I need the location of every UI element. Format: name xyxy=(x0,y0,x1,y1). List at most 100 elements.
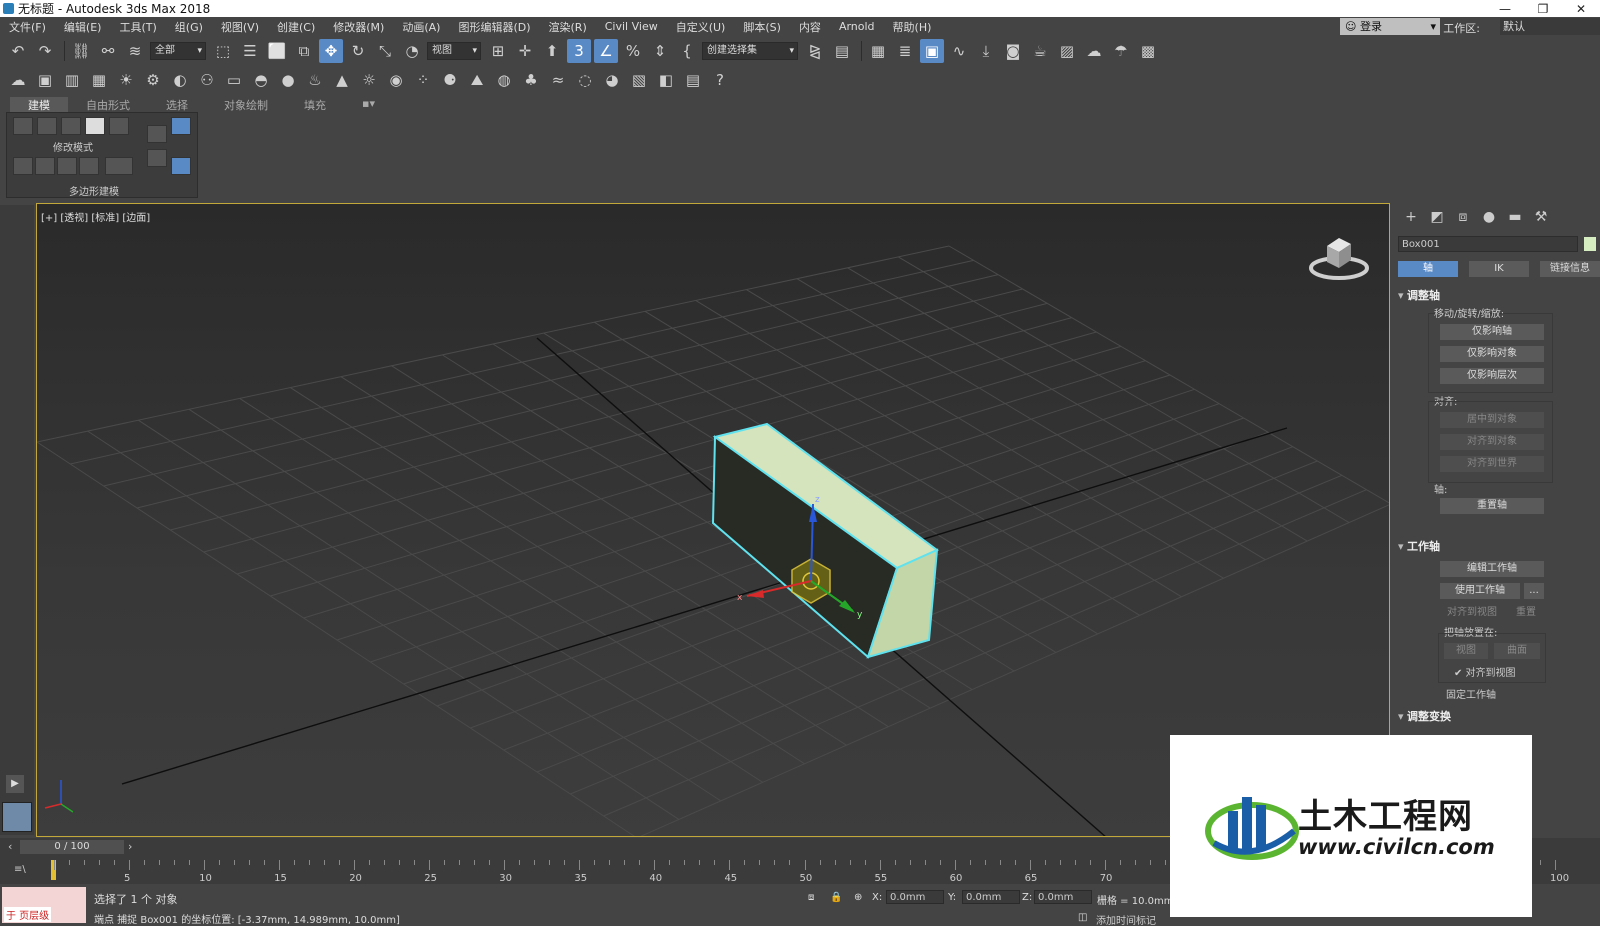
select-by-name-icon[interactable]: ☰ xyxy=(238,39,262,63)
render-iterative-icon[interactable]: ☂ xyxy=(1109,39,1133,63)
light-bulb-icon[interactable]: ☀ xyxy=(114,68,138,92)
viewport-label[interactable]: [+] [透视] [标准] [边面] xyxy=(41,209,150,224)
affect-pivot-only-button[interactable]: 仅影响轴 xyxy=(1440,324,1544,340)
isolate-selection-icon[interactable]: ⧈ xyxy=(808,892,814,903)
select-place-icon[interactable]: ◔ xyxy=(400,39,424,63)
lock-working-pivot-checkbox[interactable]: 固定工作轴 xyxy=(1446,686,1496,701)
menu-graph-editors[interactable]: 图形编辑器(D) xyxy=(449,19,539,35)
sun-light-icon[interactable]: ☼ xyxy=(357,68,381,92)
align-icon[interactable]: ▤ xyxy=(830,39,854,63)
plane-primitive-icon[interactable]: ▭ xyxy=(222,68,246,92)
foliage-icon[interactable]: ♣ xyxy=(519,68,543,92)
align-to-world-button[interactable]: 对齐到世界 xyxy=(1440,456,1544,472)
scene-explorer-icon[interactable]: ▦ xyxy=(866,39,890,63)
edit-named-selection-icon[interactable]: { xyxy=(675,39,699,63)
close-button[interactable]: ✕ xyxy=(1562,2,1600,16)
reference-coord-dropdown[interactable]: 视图 xyxy=(427,41,481,60)
picture-icon[interactable]: ▣ xyxy=(33,68,57,92)
viewport-layout-thumbnail[interactable] xyxy=(2,802,32,832)
film-icon[interactable]: ⚇ xyxy=(195,68,219,92)
pivot-tab[interactable]: 轴 xyxy=(1398,261,1458,277)
particles-icon[interactable]: ⁘ xyxy=(411,68,435,92)
menu-rendering[interactable]: 渲染(R) xyxy=(540,19,596,35)
time-slider[interactable]: 0 / 100 xyxy=(20,840,124,854)
pivot-center-icon[interactable]: ⊞ xyxy=(486,39,510,63)
modify-tab-icon[interactable]: ◩ xyxy=(1424,209,1450,229)
object-color-swatch[interactable] xyxy=(1584,237,1596,251)
next-frame-icon[interactable]: › xyxy=(128,840,132,853)
menu-scripting[interactable]: 脚本(S) xyxy=(734,19,790,35)
working-pivot-more-button[interactable]: ... xyxy=(1524,583,1544,599)
ribbon-toggle-icon[interactable]: ▣ xyxy=(920,38,944,63)
element-mode-icon[interactable] xyxy=(109,117,129,135)
y-coordinate-field[interactable]: 0.0mm xyxy=(962,890,1020,904)
rectangle-selection-icon[interactable]: ⬜ xyxy=(265,39,289,63)
menu-arnold[interactable]: Arnold xyxy=(830,20,884,33)
polygon-mode-icon[interactable] xyxy=(85,117,105,135)
render-setup-icon[interactable]: ☕ xyxy=(1028,39,1052,63)
undo-icon[interactable]: ↶ xyxy=(6,39,30,63)
ribbon-tab-object-paint[interactable]: 对象绘制 xyxy=(206,97,286,112)
select-scale-icon[interactable]: ⤡ xyxy=(373,39,397,63)
menu-customize[interactable]: 自定义(U) xyxy=(667,19,735,35)
menu-edit[interactable]: 编辑(E) xyxy=(55,19,111,35)
polygon-modeling-dropdown[interactable]: 多边形建模 xyxy=(69,183,119,198)
pin-stack-icon[interactable] xyxy=(171,157,191,175)
align-to-view-checkbox[interactable]: ✔ 对齐到视图 xyxy=(1454,664,1516,679)
link-icon[interactable]: ⛓ xyxy=(69,39,93,63)
place-view-button[interactable]: 视图 xyxy=(1444,643,1488,659)
mirror-icon[interactable]: ⧎ xyxy=(803,39,827,63)
z-coordinate-field[interactable]: 0.0mm xyxy=(1034,890,1092,904)
menu-views[interactable]: 视图(V) xyxy=(212,19,268,35)
select-manipulate-icon[interactable]: ✛ xyxy=(513,39,537,63)
pipe-icon[interactable]: ⚈ xyxy=(438,68,462,92)
place-surface-button[interactable]: 曲面 xyxy=(1494,643,1540,659)
menu-file[interactable]: 文件(F) xyxy=(0,19,55,35)
time-tag-icon[interactable]: ◫ xyxy=(1078,912,1087,923)
reset-pivot-button[interactable]: 重置轴 xyxy=(1440,498,1544,514)
open-explorer-icon[interactable]: ☁ xyxy=(6,68,30,92)
adjust-pivot-rollout[interactable]: 调整轴 xyxy=(1398,287,1440,303)
sphere-icon[interactable]: ● xyxy=(276,68,300,92)
menu-tools[interactable]: 工具(T) xyxy=(110,19,165,35)
menu-create[interactable]: 创建(C) xyxy=(268,19,324,35)
ik-tab[interactable]: IK xyxy=(1469,261,1529,277)
viewcube-icon[interactable] xyxy=(1307,234,1371,288)
menu-help[interactable]: 帮助(H) xyxy=(884,19,941,35)
menu-civil-view[interactable]: Civil View xyxy=(596,20,667,33)
help-icon[interactable]: ? xyxy=(708,68,732,92)
cloth-icon[interactable]: ◌ xyxy=(573,68,597,92)
hierarchy-tab-icon[interactable]: ⧈ xyxy=(1450,209,1476,229)
workspace-dropdown[interactable]: 默认 xyxy=(1500,18,1600,35)
absolute-mode-icon[interactable]: ⊕ xyxy=(854,892,862,903)
menu-group[interactable]: 组(G) xyxy=(166,19,212,35)
edge-mode-icon[interactable] xyxy=(37,117,57,135)
menu-animation[interactable]: 动画(A) xyxy=(393,19,449,35)
vertex-mode-icon[interactable] xyxy=(13,117,33,135)
border-mode-icon[interactable] xyxy=(61,117,81,135)
motion-tab-icon[interactable]: ● xyxy=(1476,209,1502,229)
show-end-result-icon[interactable] xyxy=(171,117,191,135)
redo-icon[interactable]: ↷ xyxy=(33,39,57,63)
render-queue-icon[interactable]: ◧ xyxy=(654,68,678,92)
named-selection-dropdown[interactable]: 创建选择集 xyxy=(702,41,798,60)
working-pivot-reset-button[interactable]: 重置 xyxy=(1508,605,1544,621)
poly-tool-4-icon[interactable] xyxy=(79,157,99,175)
menu-modifiers[interactable]: 修改器(M) xyxy=(324,19,393,35)
cone-icon[interactable]: ▲ xyxy=(330,68,354,92)
align-to-object-button[interactable]: 对齐到对象 xyxy=(1440,434,1544,450)
log-icon[interactable]: ▤ xyxy=(681,68,705,92)
selection-filter-dropdown[interactable]: 全部 xyxy=(150,41,206,60)
speaker-icon[interactable]: ◐ xyxy=(168,68,192,92)
rendered-frame-icon[interactable]: ▨ xyxy=(1055,39,1079,63)
render-cloud-icon[interactable]: ▩ xyxy=(1136,39,1160,63)
use-working-pivot-button[interactable]: 使用工作轴 xyxy=(1440,583,1520,599)
align-to-view-button[interactable]: 对齐到视图 xyxy=(1440,605,1504,621)
teapot-icon[interactable]: ♨ xyxy=(303,68,327,92)
affect-object-only-button[interactable]: 仅影响对象 xyxy=(1440,346,1544,362)
prev-frame-icon[interactable]: ‹ xyxy=(8,840,12,853)
track-bar-menu-icon[interactable]: ≡\ xyxy=(14,864,26,875)
login-dropdown[interactable]: ☺ 登录 xyxy=(1340,18,1440,35)
poly-tool-2-icon[interactable] xyxy=(35,157,55,175)
terrain-icon[interactable]: ⛰ xyxy=(465,68,489,92)
